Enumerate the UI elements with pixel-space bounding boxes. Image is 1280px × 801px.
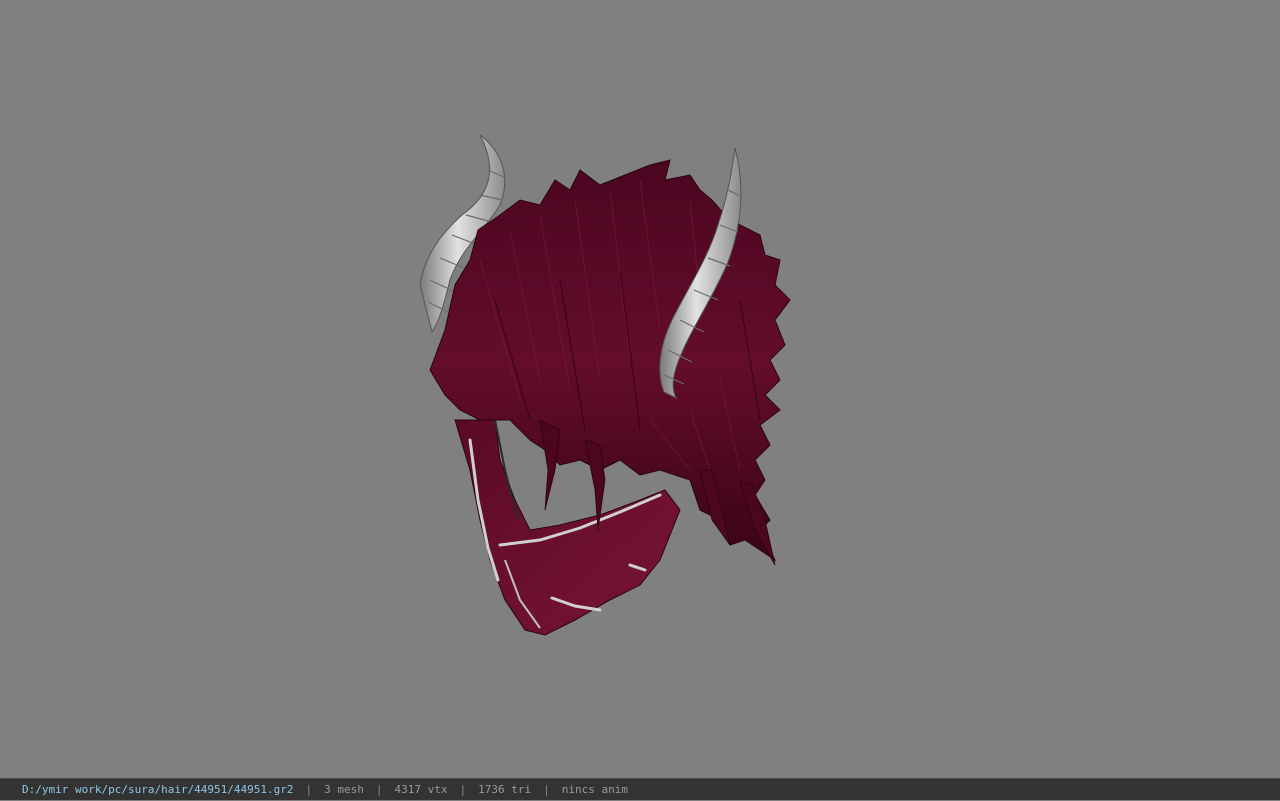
status-separator: |: [305, 782, 313, 796]
animation-state-label: nincs anim: [561, 782, 628, 796]
vertex-count-label: 4317 vtx: [394, 782, 448, 796]
status-bar: D:/ymir work/pc/sura/hair/44951/44951.gr…: [0, 778, 1280, 800]
status-separator: |: [459, 782, 467, 796]
triangle-count-label: 1736 tri: [478, 782, 532, 796]
file-path-label: D:/ymir work/pc/sura/hair/44951/44951.gr…: [22, 782, 294, 796]
mesh-count-label: 3 mesh: [324, 782, 364, 796]
3d-viewport[interactable]: [0, 0, 1280, 778]
status-separator: |: [375, 782, 383, 796]
hair-model-render: [419, 134, 791, 636]
status-separator: |: [543, 782, 550, 796]
